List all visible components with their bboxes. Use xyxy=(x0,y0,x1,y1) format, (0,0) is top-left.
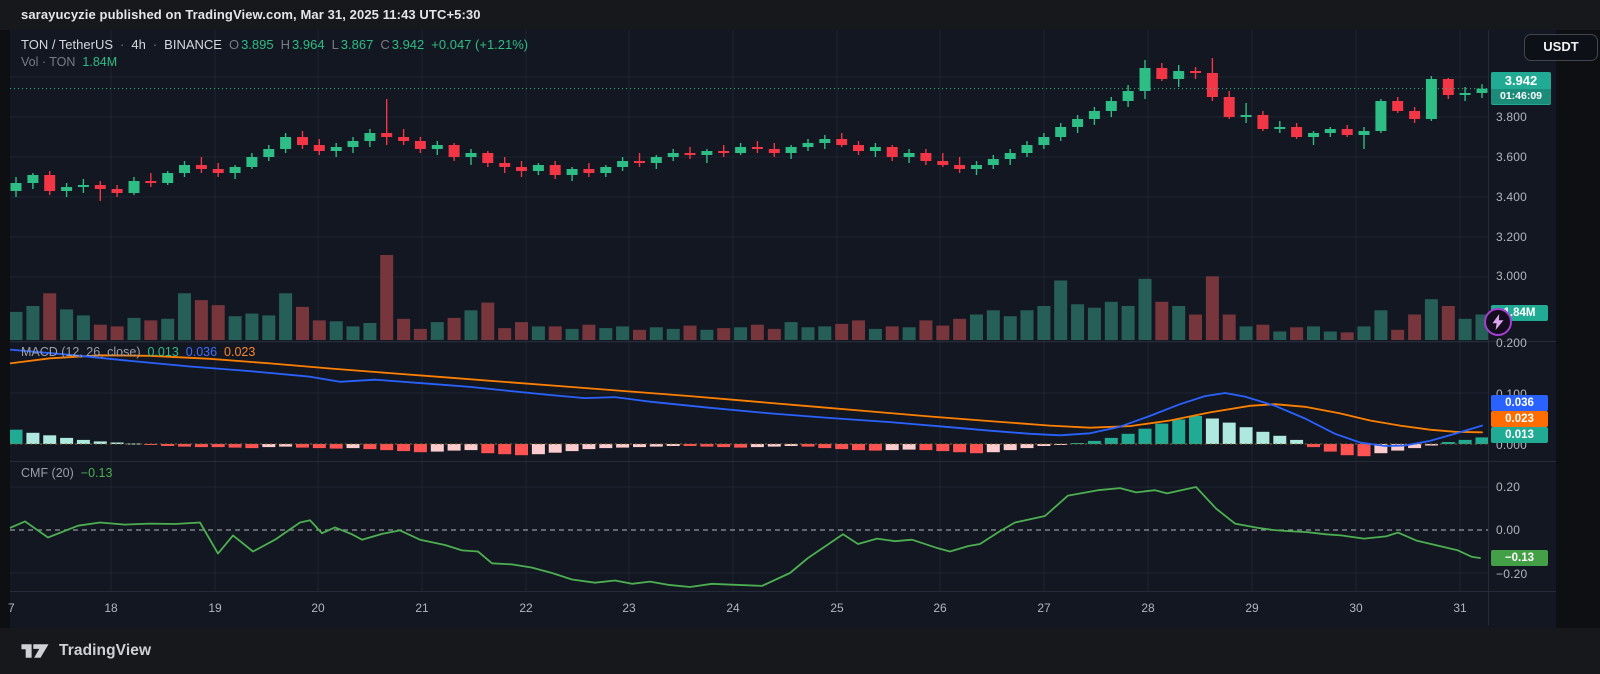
cmf-line xyxy=(10,486,1481,588)
time-axis-label[interactable]: 18 xyxy=(104,600,117,616)
volume-header[interactable]: Vol · TON 1.84M xyxy=(21,55,117,69)
exchange-label[interactable]: BINANCE xyxy=(164,37,222,52)
boost-lightning-icon[interactable] xyxy=(1484,308,1512,336)
time-axis-label[interactable]: 26 xyxy=(933,600,946,616)
tradingview-published-chart: sarayucyzie published on TradingView.com… xyxy=(0,0,1600,674)
cmf-title: CMF (20) xyxy=(21,466,74,480)
published-info-text: sarayucyzie published on TradingView.com… xyxy=(21,7,481,22)
gridlines xyxy=(10,30,1488,591)
symbol-header[interactable]: TON / TetherUS · 4h · BINANCE O 3.895 H 3.… xyxy=(21,37,528,52)
macd-line-badge: 0.036 xyxy=(1491,395,1548,411)
time-axis-label[interactable]: 29 xyxy=(1245,600,1258,616)
ohlc-open: O 3.895 xyxy=(228,37,274,52)
macd-header[interactable]: MACD (12, 26, close) 0.013 0.036 0.023 xyxy=(21,345,255,359)
macd-signal-line xyxy=(10,354,1483,434)
cmf-value: −0.13 xyxy=(80,466,113,480)
tradingview-logo-icon xyxy=(21,644,49,658)
ohlc-close: C 3.942 xyxy=(380,37,425,52)
candlesticks xyxy=(10,58,1488,201)
macd-line xyxy=(10,348,1483,447)
ohlc-low: L 3.867 xyxy=(331,37,374,52)
macd-histogram xyxy=(10,415,1488,457)
macd-signal-value: 0.023 xyxy=(224,345,256,359)
time-axis-label[interactable]: 19 xyxy=(208,600,221,616)
macd-line-value: 0.036 xyxy=(185,345,218,359)
time-axis-label[interactable]: 31 xyxy=(1453,600,1466,616)
tradingview-logo[interactable]: TradingView xyxy=(20,628,151,674)
last-price-badge: 3.942 01:46:09 xyxy=(1491,72,1551,105)
cmf-header[interactable]: CMF (20) −0.13 xyxy=(21,466,112,480)
time-axis-label[interactable]: 27 xyxy=(1037,600,1050,616)
chart-canvas[interactable] xyxy=(10,30,1488,591)
volume-value: 1.84M xyxy=(82,55,118,69)
macd-hist-value: 0.013 xyxy=(147,345,179,359)
last-price: 3.942 xyxy=(1504,73,1538,88)
bar-countdown: 01:46:09 xyxy=(1491,89,1551,104)
macd-hist-badge: 0.013 xyxy=(1491,427,1548,443)
time-axis-label[interactable]: 25 xyxy=(830,600,843,616)
volume-bars xyxy=(10,255,1488,341)
lightning-glyph xyxy=(1492,314,1504,330)
interval-label[interactable]: 4h xyxy=(131,37,145,52)
pane-separator[interactable] xyxy=(10,461,1556,462)
time-axis-label[interactable]: 30 xyxy=(1349,600,1362,616)
time-axis-label[interactable]: 24 xyxy=(726,600,739,616)
ohlc-high: H 3.964 xyxy=(280,37,325,52)
time-axis-label[interactable]: 23 xyxy=(622,600,635,616)
symbol-name[interactable]: TON / TetherUS xyxy=(21,37,113,52)
price-change: +0.047 (+1.21%) xyxy=(431,37,529,52)
brand-bar: TradingView xyxy=(0,628,1600,674)
time-axis-label[interactable]: 7 xyxy=(8,600,15,616)
time-axis-label[interactable]: 21 xyxy=(415,600,428,616)
cmf-badge: −0.13 xyxy=(1491,550,1548,566)
tradingview-logo-text: TradingView xyxy=(59,642,152,659)
chart-stage xyxy=(0,30,1600,628)
currency-toggle-button[interactable]: USDT xyxy=(1524,34,1598,61)
time-axis-label[interactable]: 20 xyxy=(311,600,324,616)
separator-dot: · xyxy=(152,37,158,52)
volume-label: Vol · TON xyxy=(21,55,76,69)
published-top-bar: sarayucyzie published on TradingView.com… xyxy=(0,0,1600,30)
pane-separator xyxy=(10,591,1556,592)
pane-separator[interactable] xyxy=(10,341,1556,342)
macd-signal-badge: 0.023 xyxy=(1491,411,1548,427)
separator-dot: · xyxy=(120,37,125,52)
macd-title: MACD (12, 26, close) xyxy=(21,345,141,359)
time-axis-label[interactable]: 28 xyxy=(1141,600,1154,616)
time-axis-label[interactable]: 22 xyxy=(519,600,532,616)
